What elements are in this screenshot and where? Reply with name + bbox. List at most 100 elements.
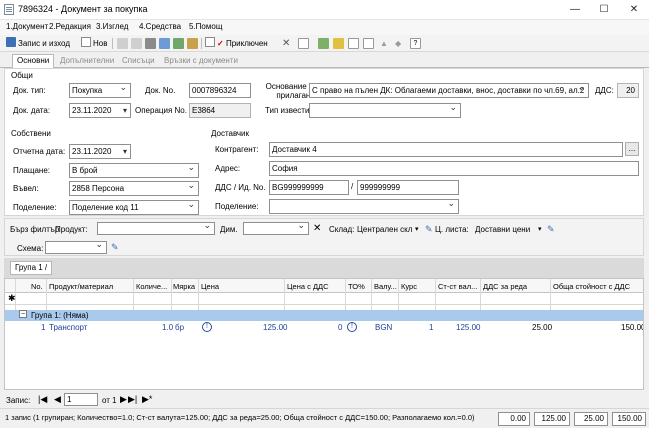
row-price[interactable]: 125.00 bbox=[263, 323, 287, 332]
maximize-button[interactable]: ☐ bbox=[589, 0, 619, 20]
supplier-division-select[interactable] bbox=[269, 199, 459, 214]
col-vat-row[interactable]: ДДС за реда bbox=[483, 282, 527, 291]
move-up-icon[interactable]: ▲ bbox=[380, 37, 388, 50]
address-label: Адрес: bbox=[215, 164, 241, 173]
row-to[interactable]: BGN bbox=[375, 323, 392, 332]
id-number-field[interactable]: 999999999 bbox=[357, 180, 459, 195]
last-record-icon[interactable]: ▶| bbox=[128, 394, 137, 405]
row-unit[interactable]: бр bbox=[175, 323, 184, 332]
col-to[interactable]: ТО% bbox=[348, 282, 365, 291]
move-down-icon[interactable]: ◆ bbox=[395, 37, 401, 50]
row-rate[interactable]: 125.00 bbox=[456, 323, 480, 332]
report-date-picker[interactable]: 23.11.2020 bbox=[69, 144, 131, 159]
col-price[interactable]: Цена bbox=[201, 282, 219, 291]
contractor-browse-button[interactable]: ... bbox=[625, 142, 639, 156]
tab-document-links[interactable]: Връзки с документи bbox=[160, 55, 242, 68]
page-icon[interactable] bbox=[298, 38, 309, 49]
notice-type-select[interactable] bbox=[309, 103, 461, 118]
info-icon[interactable]: ! bbox=[347, 322, 357, 332]
price-list-config-icon[interactable]: ✎ bbox=[547, 224, 555, 235]
scheme-config-icon[interactable]: ✎ bbox=[111, 242, 119, 253]
col-total-vat[interactable]: Обща стойност с ДДС bbox=[553, 282, 630, 291]
contractor-field[interactable]: Доставчик 4 bbox=[269, 142, 623, 157]
cancel-icon[interactable]: ✕ bbox=[282, 37, 290, 50]
row-product[interactable]: Транспорт bbox=[49, 323, 87, 332]
table-row[interactable]: 1 Транспорт 1.0 бр ! 125.00 0 ! BGN 1 12… bbox=[5, 321, 643, 334]
tab-lists[interactable]: Списъци bbox=[118, 55, 159, 68]
next-record-icon[interactable]: ▶ bbox=[120, 394, 127, 405]
menu-edit[interactable]: 2.Редакция bbox=[49, 22, 91, 31]
approved-button[interactable]: ✓ Приключен bbox=[205, 37, 268, 50]
print-icon[interactable] bbox=[145, 38, 156, 49]
properties-icon[interactable] bbox=[187, 38, 198, 49]
entered-by-select[interactable]: 2858 Персона bbox=[69, 181, 199, 196]
export-icon[interactable] bbox=[173, 38, 184, 49]
col-qty[interactable]: Количе... bbox=[136, 282, 167, 291]
own-division-label: Поделение: bbox=[13, 203, 57, 212]
warehouse-dropdown-icon[interactable]: ▾ bbox=[415, 225, 419, 233]
info-icon[interactable]: ! bbox=[202, 322, 212, 332]
col-unit[interactable]: Мярка bbox=[173, 282, 195, 291]
tab-additional[interactable]: Допълнителни bbox=[56, 55, 118, 68]
col-no[interactable]: No. bbox=[31, 282, 43, 291]
folder-icon[interactable] bbox=[333, 38, 344, 49]
payment-select[interactable]: В брой bbox=[69, 163, 199, 178]
collapse-icon[interactable]: − bbox=[19, 310, 27, 318]
menu-tools[interactable]: 4.Средства bbox=[139, 22, 181, 31]
duplicate-icon[interactable] bbox=[348, 38, 359, 49]
cut-icon[interactable] bbox=[117, 38, 128, 49]
refresh-icon[interactable] bbox=[318, 38, 329, 49]
save-exit-button[interactable]: Запис и изход bbox=[6, 37, 70, 50]
print-preview-icon[interactable] bbox=[159, 38, 170, 49]
help-icon[interactable]: ? bbox=[410, 38, 421, 49]
clear-filter-icon[interactable]: ✕ bbox=[313, 223, 321, 234]
col-cur-value[interactable]: Ст-ст вал... bbox=[438, 282, 480, 291]
copy-icon[interactable] bbox=[131, 38, 142, 49]
group-chip[interactable]: Група 1 / bbox=[10, 261, 53, 275]
menu-help[interactable]: 5.Помощ bbox=[189, 22, 222, 31]
row-qty[interactable]: 1.0 bbox=[162, 323, 173, 332]
price-list-select[interactable]: Доставни цени bbox=[475, 225, 530, 234]
minimize-button[interactable]: — bbox=[560, 0, 590, 20]
status-bar: 1 запис (1 групиран; Количество=1.0; Ст-… bbox=[0, 408, 649, 428]
scheme-select[interactable] bbox=[45, 241, 107, 254]
product-filter-select[interactable] bbox=[97, 222, 215, 235]
close-button[interactable]: ✕ bbox=[619, 0, 649, 20]
save-exit-label: Запис и изход bbox=[18, 39, 70, 48]
price-list-dropdown-icon[interactable]: ▾ bbox=[538, 225, 542, 233]
col-rate[interactable]: Курс bbox=[401, 282, 417, 291]
dimension-select[interactable] bbox=[243, 222, 309, 235]
vat-number-field[interactable]: BG999999999 bbox=[269, 180, 349, 195]
previous-record-icon[interactable]: ◀ bbox=[54, 394, 61, 405]
own-division-select[interactable]: Поделение код 11 bbox=[69, 200, 199, 215]
new-button[interactable]: Нов bbox=[81, 37, 107, 50]
col-price-vat[interactable]: Цена с ДДС bbox=[287, 282, 329, 291]
status-total-3: 25.00 bbox=[574, 412, 608, 426]
doc-type-select[interactable]: Покупка bbox=[69, 83, 131, 98]
basis-select[interactable]: С право на пълен ДК: Облагаеми доставки,… bbox=[309, 83, 589, 98]
group-row[interactable]: − Група 1: (Няма) bbox=[5, 310, 643, 321]
contractor-label: Контрагент: bbox=[215, 145, 259, 154]
row-currency[interactable]: 1 bbox=[429, 323, 433, 332]
operation-field: E3864 bbox=[189, 103, 251, 118]
menu-view[interactable]: 3.Изглед bbox=[96, 22, 128, 31]
doc-no-field[interactable]: 0007896324 bbox=[189, 83, 251, 98]
col-currency[interactable]: Валу... bbox=[374, 282, 397, 291]
tab-general[interactable]: Основни bbox=[12, 54, 55, 69]
warehouse-select[interactable]: Централен скл bbox=[357, 225, 412, 234]
new-row[interactable]: ✱ bbox=[5, 293, 643, 305]
first-record-icon[interactable]: |◀ bbox=[38, 394, 47, 405]
doc-no-label: Док. No. bbox=[145, 86, 176, 95]
doc-date-picker[interactable]: 23.11.2020 bbox=[69, 103, 131, 118]
template-icon[interactable] bbox=[363, 38, 374, 49]
new-record-icon[interactable]: ▶* bbox=[142, 394, 152, 405]
address-field[interactable]: София bbox=[269, 161, 639, 176]
record-number-field[interactable]: 1 bbox=[64, 393, 98, 406]
row-price-vat[interactable]: 0 bbox=[338, 323, 342, 332]
col-product[interactable]: Продукт/материал bbox=[49, 282, 113, 291]
warehouse-config-icon[interactable]: ✎ bbox=[425, 224, 433, 235]
menu-document[interactable]: 1.Документ bbox=[6, 22, 48, 31]
items-grid: No. Продукт/материал Количе... Мярка Цен… bbox=[4, 278, 644, 390]
supplier-division-label: Поделение: bbox=[215, 202, 259, 211]
doc-date-label: Док. дата: bbox=[13, 106, 51, 115]
